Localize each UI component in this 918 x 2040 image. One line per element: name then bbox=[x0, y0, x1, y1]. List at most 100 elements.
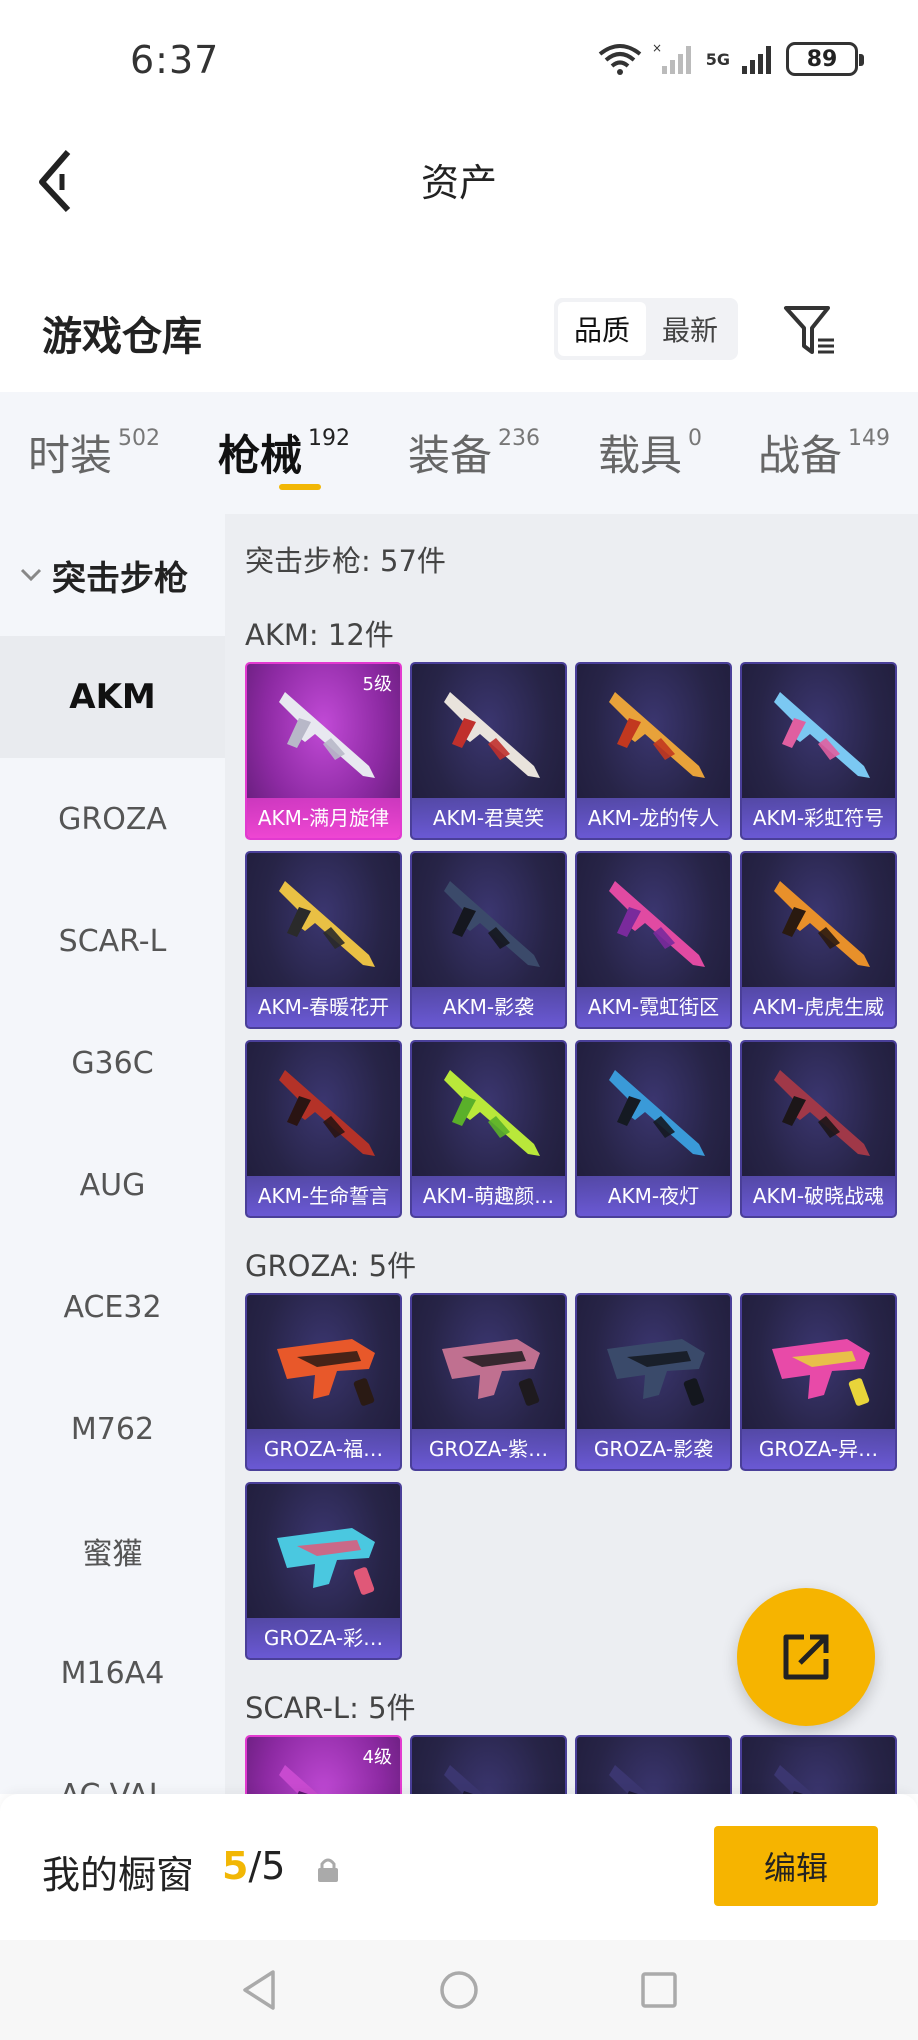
showcase-current: 5 bbox=[222, 1844, 249, 1888]
tab-count: 0 bbox=[688, 426, 703, 451]
tab-count: 149 bbox=[848, 426, 891, 451]
weapon-image bbox=[444, 692, 540, 778]
skin-level-badge: 5级 bbox=[362, 674, 392, 695]
weapon-skin-card[interactable]: AKM-龙的传人 bbox=[575, 662, 732, 840]
weapon-skin-card[interactable]: 5级 AKM-满月旋律 bbox=[245, 662, 402, 840]
warehouse-title: 游戏仓库 bbox=[42, 314, 202, 360]
sidebar-item-ac-val[interactable]: AC-VAL bbox=[0, 1734, 225, 1795]
category-total: 突击步枪: 57件 bbox=[245, 544, 446, 578]
page-title: 资产 bbox=[420, 161, 497, 205]
sort-option-quality[interactable]: 品质 bbox=[558, 302, 646, 356]
weapon-skin-card[interactable] bbox=[575, 1735, 732, 1794]
sidebar-item-akm[interactable]: AKM bbox=[0, 636, 225, 758]
sidebar-item-aug[interactable]: AUG bbox=[0, 1124, 225, 1246]
sidebar-group-assault-rifles[interactable]: 突击步枪 bbox=[0, 514, 225, 636]
weapon-image bbox=[279, 881, 375, 967]
weapon-image bbox=[609, 1765, 648, 1794]
skin-name: AKM-破晓战魂 bbox=[742, 1176, 895, 1216]
weapon-skin-card[interactable]: AKM-彩虹符号 bbox=[740, 662, 897, 840]
section-title: AKM: 12件 bbox=[245, 618, 394, 652]
skin-name: AKM-彩虹符号 bbox=[742, 798, 895, 838]
weapon-skin-card[interactable] bbox=[410, 1735, 567, 1794]
share-edit-button[interactable] bbox=[737, 1588, 875, 1726]
nav-recent-button[interactable] bbox=[629, 1960, 689, 2020]
status-icons: × 5G 89 bbox=[598, 42, 864, 76]
tab-count: 236 bbox=[498, 426, 541, 451]
weapon-skin-card[interactable] bbox=[740, 1735, 897, 1794]
chevron-down-icon bbox=[20, 568, 42, 582]
weapon-image bbox=[444, 1765, 483, 1794]
signal-5g-icon bbox=[742, 46, 771, 74]
nav-back-button[interactable] bbox=[229, 1960, 289, 2020]
skin-name: AKM-龙的传人 bbox=[577, 798, 730, 838]
sidebar-item-ace32[interactable]: ACE32 bbox=[0, 1246, 225, 1368]
weapon-skin-card[interactable]: AKM-春暖花开 bbox=[245, 851, 402, 1029]
battery-icon: 89 bbox=[786, 42, 864, 76]
weapon-skin-card[interactable]: 4级 bbox=[245, 1735, 402, 1794]
showcase-count: 5/5 bbox=[222, 1844, 285, 1888]
weapon-skin-card[interactable]: AKM-虎虎生威 bbox=[740, 851, 897, 1029]
weapon-skin-card[interactable]: AKM-影袭 bbox=[410, 851, 567, 1029]
sidebar-item-honey-badger[interactable]: 蜜獾 bbox=[0, 1490, 225, 1612]
sidebar-item-g36c[interactable]: G36C bbox=[0, 1002, 225, 1124]
nav-home-button[interactable] bbox=[429, 1960, 489, 2020]
filter-icon bbox=[784, 306, 834, 354]
tab-supplies[interactable]: 战备 149 bbox=[758, 392, 908, 514]
tab-label: 枪械 bbox=[218, 431, 303, 480]
sidebar-item-groza[interactable]: GROZA bbox=[0, 758, 225, 880]
skin-name: AKM-虎虎生威 bbox=[742, 987, 895, 1027]
weapon-skin-card[interactable]: AKM-生命誓言 bbox=[245, 1040, 402, 1218]
weapon-image bbox=[774, 1765, 813, 1794]
tab-count: 502 bbox=[118, 426, 161, 451]
filter-button[interactable] bbox=[780, 300, 840, 360]
sidebar-item-scar-l[interactable]: SCAR-L bbox=[0, 880, 225, 1002]
weapon-image bbox=[607, 1339, 705, 1406]
weapon-skin-card[interactable]: GROZA-福… bbox=[245, 1293, 402, 1471]
skin-name: GROZA-福… bbox=[247, 1429, 400, 1469]
skin-name: AKM-影袭 bbox=[412, 987, 565, 1027]
skin-name: GROZA-影袭 bbox=[577, 1429, 730, 1469]
weapon-image bbox=[442, 1339, 540, 1406]
weapon-image bbox=[279, 1070, 375, 1156]
weapon-skin-card[interactable]: AKM-破晓战魂 bbox=[740, 1040, 897, 1218]
tab-vehicles[interactable]: 载具 0 bbox=[598, 392, 758, 514]
showcase-label: 我的橱窗 bbox=[42, 1853, 195, 1897]
weapon-skin-card[interactable]: GROZA-异… bbox=[740, 1293, 897, 1471]
skin-name: AKM-君莫笑 bbox=[412, 798, 565, 838]
sidebar-item-m762[interactable]: M762 bbox=[0, 1368, 225, 1490]
edit-button[interactable]: 编辑 bbox=[714, 1826, 878, 1906]
weapon-skin-card[interactable]: AKM-君莫笑 bbox=[410, 662, 567, 840]
weapon-skin-card[interactable]: GROZA-彩… bbox=[245, 1482, 402, 1660]
skin-name: AKM-萌趣颜… bbox=[412, 1176, 565, 1216]
sort-toggle: 品质 最新 bbox=[554, 298, 738, 360]
active-tab-indicator bbox=[279, 484, 321, 490]
weapon-image bbox=[277, 1528, 375, 1595]
weapon-image bbox=[609, 881, 705, 967]
sidebar-group-label: 突击步枪 bbox=[52, 558, 188, 599]
showcase-total: /5 bbox=[248, 1844, 286, 1888]
weapon-skin-card[interactable]: GROZA-影袭 bbox=[575, 1293, 732, 1471]
signal-icon: × bbox=[652, 42, 691, 74]
skin-level-badge: 4级 bbox=[362, 1747, 392, 1768]
weapon-skin-card[interactable]: AKM-萌趣颜… bbox=[410, 1040, 567, 1218]
weapon-skin-card[interactable]: GROZA-紫… bbox=[410, 1293, 567, 1471]
warehouse-header: 游戏仓库 品质 最新 bbox=[0, 280, 918, 380]
skin-name: GROZA-异… bbox=[742, 1429, 895, 1469]
nav-recent-icon bbox=[641, 1972, 677, 2008]
weapon-skin-card[interactable]: AKM-夜灯 bbox=[575, 1040, 732, 1218]
wifi-icon bbox=[598, 44, 641, 75]
skin-name: AKM-生命誓言 bbox=[247, 1176, 400, 1216]
tab-label: 战备 bbox=[758, 431, 843, 480]
weapon-image bbox=[444, 1070, 540, 1156]
tab-fashion[interactable]: 时装 502 bbox=[28, 392, 218, 514]
skin-name: AKM-春暖花开 bbox=[247, 987, 400, 1027]
sidebar-item-m16a4[interactable]: M16A4 bbox=[0, 1612, 225, 1734]
tab-weapons[interactable]: 枪械 192 bbox=[218, 392, 408, 514]
sort-option-newest[interactable]: 最新 bbox=[646, 302, 734, 356]
weapon-image bbox=[772, 1339, 870, 1406]
weapon-image bbox=[774, 692, 870, 778]
tab-equipment[interactable]: 装备 236 bbox=[408, 392, 598, 514]
weapon-skin-card[interactable]: AKM-霓虹街区 bbox=[575, 851, 732, 1029]
weapon-image bbox=[609, 1070, 705, 1156]
tab-label: 装备 bbox=[408, 431, 493, 480]
